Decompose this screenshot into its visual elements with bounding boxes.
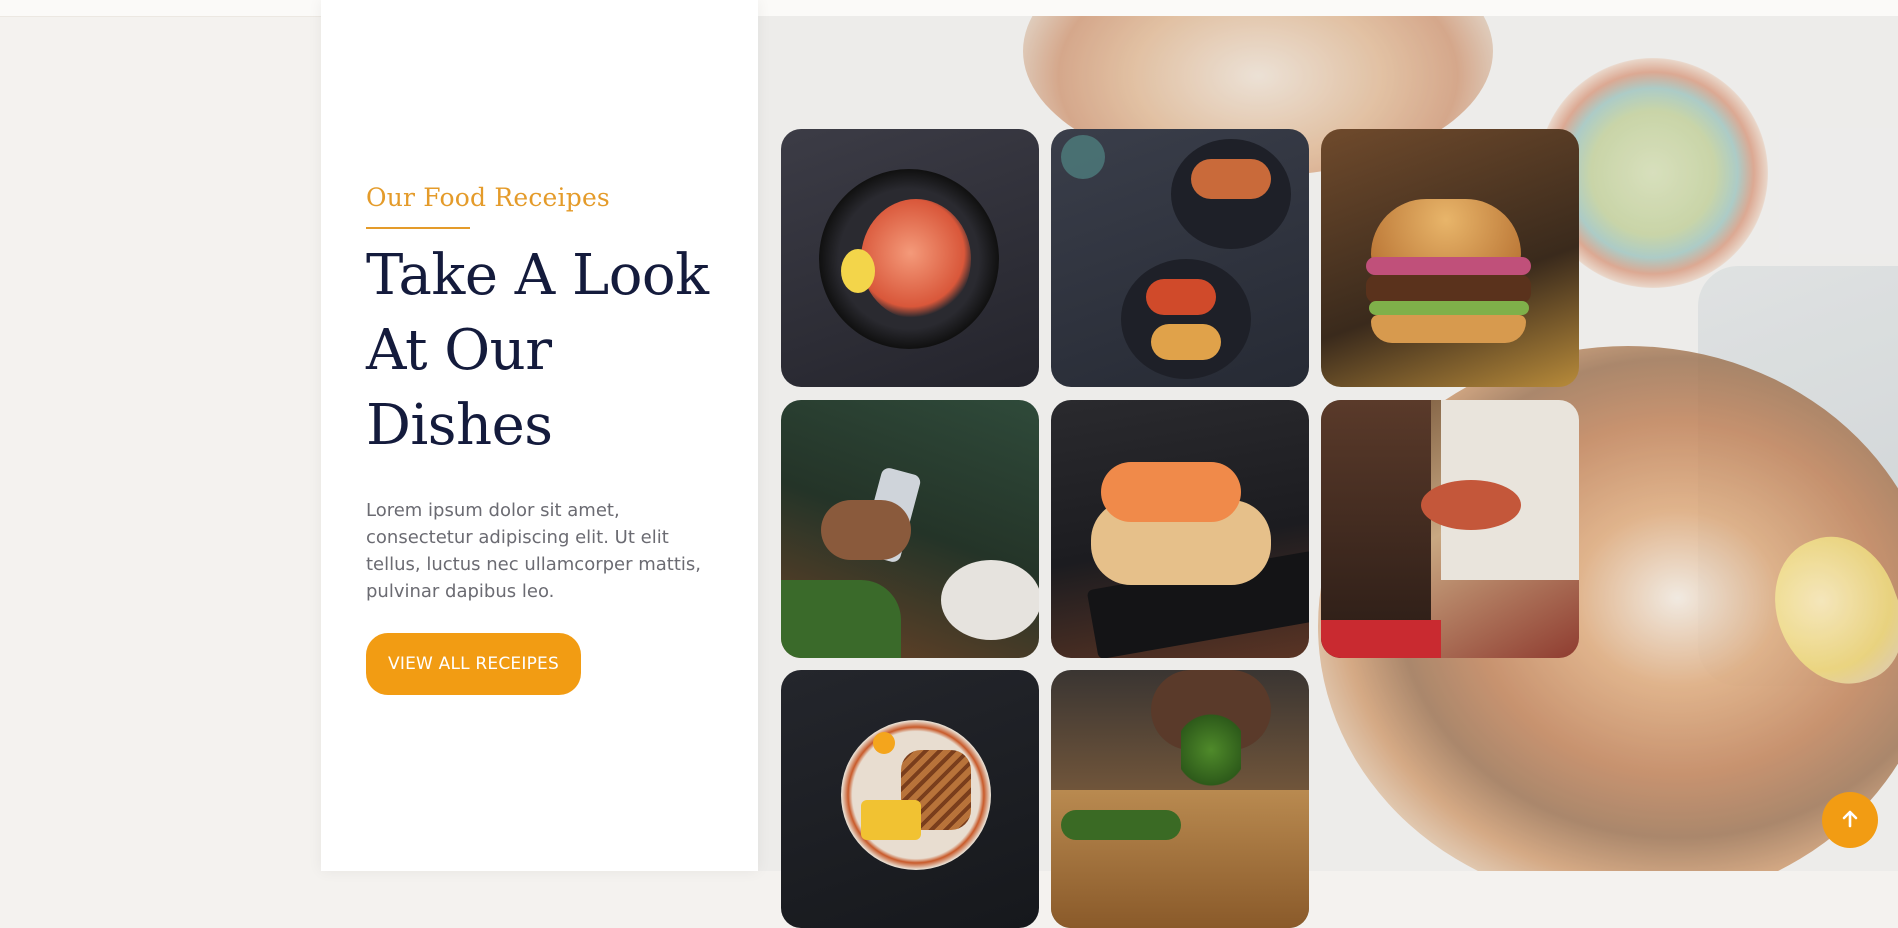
bruschetta-image[interactable] bbox=[1051, 129, 1309, 387]
section-headline: Take A Look At Our Dishes bbox=[366, 243, 709, 458]
eyebrow-underline bbox=[366, 227, 470, 229]
top-strip bbox=[0, 0, 1898, 17]
sandwich-fries-image[interactable] bbox=[781, 670, 1039, 928]
intro-panel: Our Food Receipes Take A Look At Our Dis… bbox=[321, 0, 758, 871]
herbs-garnish-image[interactable] bbox=[1051, 670, 1309, 928]
arrow-up-icon bbox=[1840, 809, 1860, 832]
section-eyebrow: Our Food Receipes bbox=[366, 183, 610, 212]
phone-dining-image[interactable] bbox=[781, 400, 1039, 658]
shrimp-pan-image[interactable] bbox=[781, 129, 1039, 387]
view-all-receipes-button[interactable]: VIEW ALL RECEIPES bbox=[366, 633, 581, 695]
chef-serving-image[interactable] bbox=[1321, 400, 1579, 658]
section-description: Lorem ipsum dolor sit amet, consectetur … bbox=[366, 500, 702, 602]
burger-image[interactable] bbox=[1321, 129, 1579, 387]
scroll-to-top-button[interactable] bbox=[1822, 792, 1878, 848]
salmon-toast-image[interactable] bbox=[1051, 400, 1309, 658]
